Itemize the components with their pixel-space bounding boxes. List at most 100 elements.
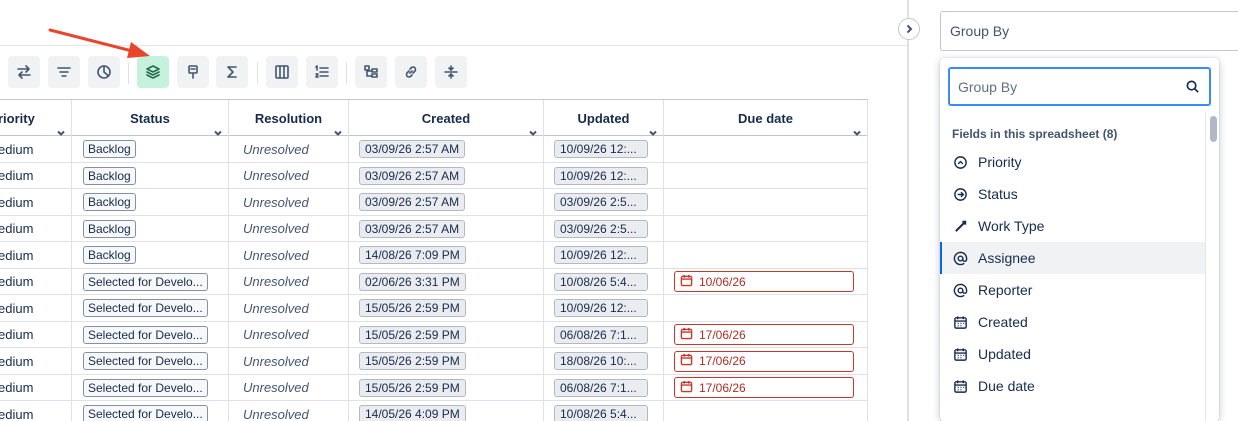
column-header-updated[interactable]: Updated bbox=[544, 100, 664, 136]
group-by-option-work-type[interactable]: Work Type bbox=[940, 210, 1205, 242]
column-header-priority[interactable]: riority bbox=[0, 100, 72, 136]
cell-priority[interactable]: edium bbox=[0, 374, 72, 401]
cell-due-date[interactable]: 17/06/26 bbox=[664, 374, 868, 401]
cell-due-date[interactable]: 17/06/26 bbox=[664, 321, 868, 348]
cell-priority[interactable]: edium bbox=[0, 401, 72, 421]
column-header-resolution[interactable]: Resolution bbox=[229, 100, 349, 136]
cell-due-date[interactable] bbox=[664, 242, 868, 268]
table-row[interactable]: edium Selected for Develo... Unresolved 14/… bbox=[0, 401, 868, 421]
columns-icon[interactable] bbox=[266, 56, 298, 88]
cell-due-date[interactable]: 17/06/26 bbox=[664, 348, 868, 374]
cell-status[interactable]: Backlog bbox=[72, 242, 229, 268]
table-row[interactable]: edium Selected for Develo... Unresolved 15/… bbox=[0, 295, 868, 322]
cell-updated[interactable]: 18/08/26 10:... bbox=[544, 348, 664, 374]
cell-created[interactable]: 03/09/26 2:57 AM bbox=[349, 136, 544, 162]
cell-updated[interactable]: 03/09/26 2:5... bbox=[544, 189, 664, 215]
group-by-option-due-date[interactable]: Due date bbox=[940, 370, 1205, 402]
cell-status[interactable]: Backlog bbox=[72, 189, 229, 215]
cell-updated[interactable]: 10/09/26 12:... bbox=[544, 136, 664, 162]
cell-priority[interactable]: edium bbox=[0, 242, 72, 268]
cell-priority[interactable]: edium bbox=[0, 268, 72, 295]
group-by-search[interactable] bbox=[948, 67, 1211, 106]
group-by-option-priority[interactable]: Priority bbox=[940, 146, 1205, 178]
cell-created[interactable]: 03/09/26 2:57 AM bbox=[349, 162, 544, 189]
cell-resolution[interactable]: Unresolved bbox=[229, 321, 349, 348]
group-by-option-status[interactable]: Status bbox=[940, 178, 1205, 210]
chevron-down-icon[interactable] bbox=[529, 125, 537, 136]
cell-updated[interactable]: 10/08/26 5:4... bbox=[544, 268, 664, 295]
cell-resolution[interactable]: Unresolved bbox=[229, 136, 349, 162]
cell-due-date[interactable] bbox=[664, 401, 868, 421]
cell-updated[interactable]: 10/09/26 12:... bbox=[544, 242, 664, 268]
cell-status[interactable]: Selected for Develo... bbox=[72, 401, 229, 421]
cell-due-date[interactable] bbox=[664, 189, 868, 215]
cell-due-date[interactable] bbox=[664, 215, 868, 242]
cell-priority[interactable]: edium bbox=[0, 215, 72, 242]
sum-icon[interactable] bbox=[216, 56, 248, 88]
chevron-down-icon[interactable] bbox=[649, 125, 657, 136]
group-by-option-assignee[interactable]: Assignee bbox=[940, 242, 1205, 274]
cell-priority[interactable]: edium bbox=[0, 321, 72, 348]
cell-priority[interactable]: edium bbox=[0, 162, 72, 189]
swap-icon[interactable] bbox=[8, 56, 40, 88]
cell-status[interactable]: Backlog bbox=[72, 215, 229, 242]
hierarchy-icon[interactable] bbox=[355, 56, 387, 88]
group-by-option-created[interactable]: Created bbox=[940, 306, 1205, 338]
cell-status[interactable]: Backlog bbox=[72, 162, 229, 189]
cell-created[interactable]: 02/06/26 3:31 PM bbox=[349, 268, 544, 295]
cell-priority[interactable]: edium bbox=[0, 348, 72, 374]
search-icon[interactable] bbox=[1185, 79, 1200, 94]
cell-created[interactable]: 03/09/26 2:57 AM bbox=[349, 189, 544, 215]
cell-updated[interactable]: 10/09/26 12:... bbox=[544, 295, 664, 321]
cell-resolution[interactable]: Unresolved bbox=[229, 268, 349, 295]
collapse-panel-button[interactable] bbox=[898, 18, 920, 40]
cell-resolution[interactable]: Unresolved bbox=[229, 162, 349, 189]
cell-created[interactable]: 15/05/26 2:59 PM bbox=[349, 321, 544, 348]
chevron-down-icon[interactable] bbox=[334, 125, 342, 136]
cell-status[interactable]: Backlog bbox=[72, 136, 229, 162]
chevron-down-icon[interactable] bbox=[214, 125, 222, 136]
cell-resolution[interactable]: Unresolved bbox=[229, 401, 349, 421]
filter-icon[interactable] bbox=[48, 56, 80, 88]
column-header-status[interactable]: Status bbox=[72, 100, 229, 136]
panel-splitter[interactable] bbox=[907, 0, 909, 421]
table-row[interactable]: edium Backlog Unresolved 03/09/26 2:57 AM 10… bbox=[0, 136, 868, 163]
scrollbar[interactable] bbox=[1205, 112, 1219, 421]
cell-created[interactable]: 14/05/26 4:09 PM bbox=[349, 401, 544, 421]
chevron-down-icon[interactable] bbox=[57, 125, 65, 136]
table-row[interactable]: edium Backlog Unresolved 03/09/26 2:57 AM 03… bbox=[0, 215, 868, 242]
cell-resolution[interactable]: Unresolved bbox=[229, 295, 349, 321]
cell-priority[interactable]: edium bbox=[0, 136, 72, 162]
paint-format-icon[interactable] bbox=[177, 56, 209, 88]
cell-due-date[interactable] bbox=[664, 136, 868, 162]
cell-updated[interactable]: 06/08/26 7:1... bbox=[544, 321, 664, 348]
cell-updated[interactable]: 10/08/26 5:4... bbox=[544, 401, 664, 421]
numbered-list-icon[interactable] bbox=[306, 56, 338, 88]
cell-created[interactable]: 03/09/26 2:57 AM bbox=[349, 215, 544, 242]
cell-resolution[interactable]: Unresolved bbox=[229, 215, 349, 242]
column-header-due-date[interactable]: Due date bbox=[664, 100, 868, 136]
cell-updated[interactable]: 10/09/26 12:... bbox=[544, 162, 664, 189]
group-by-option-updated[interactable]: Updated bbox=[940, 338, 1205, 370]
link-icon[interactable] bbox=[395, 56, 427, 88]
cell-priority[interactable]: edium bbox=[0, 189, 72, 215]
cell-status[interactable]: Selected for Develo... bbox=[72, 295, 229, 321]
scrollbar-thumb[interactable] bbox=[1210, 116, 1217, 142]
cell-status[interactable]: Selected for Develo... bbox=[72, 321, 229, 348]
cell-priority[interactable]: edium bbox=[0, 295, 72, 321]
column-header-created[interactable]: Created bbox=[349, 100, 544, 136]
cell-created[interactable]: 15/05/26 2:59 PM bbox=[349, 374, 544, 401]
cell-updated[interactable]: 06/08/26 7:1... bbox=[544, 374, 664, 401]
cell-status[interactable]: Selected for Develo... bbox=[72, 374, 229, 401]
table-row[interactable]: edium Selected for Develo... Unresolved 15/… bbox=[0, 374, 868, 401]
cell-created[interactable]: 15/05/26 2:59 PM bbox=[349, 295, 544, 321]
table-row[interactable]: edium Selected for Develo... Unresolved 02/… bbox=[0, 268, 868, 295]
table-row[interactable]: edium Backlog Unresolved 03/09/26 2:57 AM 10… bbox=[0, 162, 868, 189]
collapse-rows-icon[interactable] bbox=[435, 56, 467, 88]
table-row[interactable]: edium Selected for Develo... Unresolved 15/… bbox=[0, 321, 868, 348]
layers-icon[interactable] bbox=[137, 56, 169, 88]
table-row[interactable]: edium Backlog Unresolved 03/09/26 2:57 AM 03… bbox=[0, 189, 868, 216]
cell-resolution[interactable]: Unresolved bbox=[229, 242, 349, 268]
cell-due-date[interactable]: 10/06/26 bbox=[664, 268, 868, 295]
table-row[interactable]: edium Selected for Develo... Unresolved 15/… bbox=[0, 348, 868, 375]
